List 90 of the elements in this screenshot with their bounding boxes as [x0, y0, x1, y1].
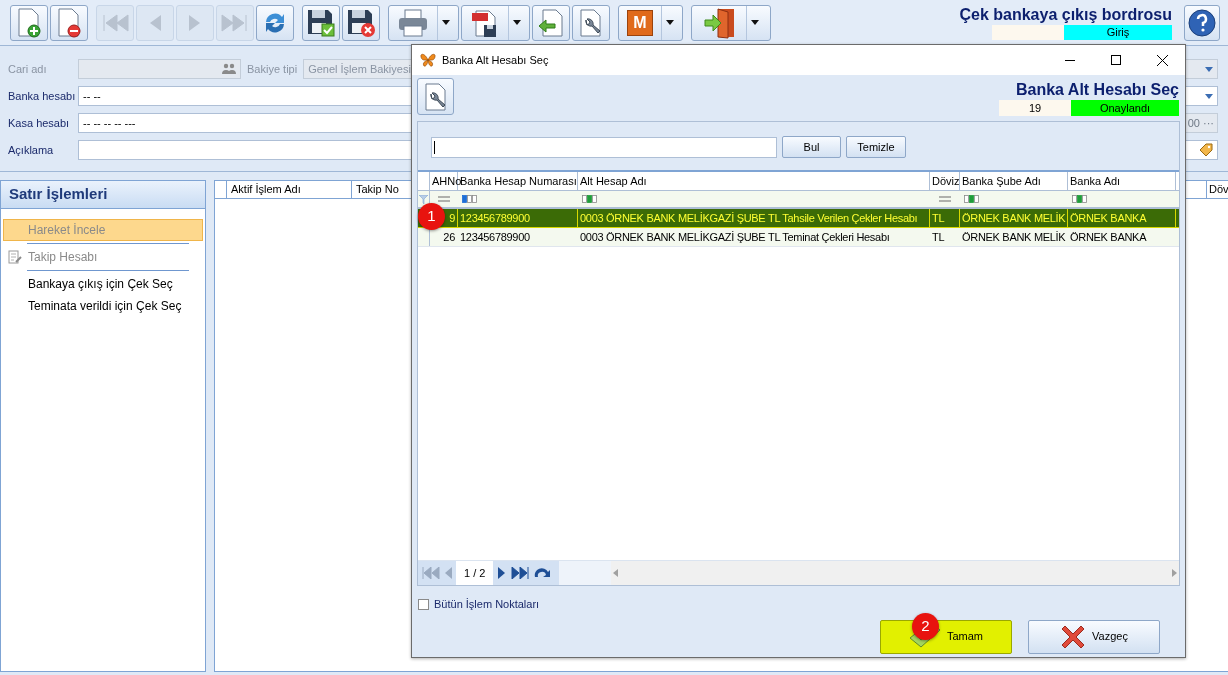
table-cell-text: 0003 ÖRNEK BANK MELİKGAZİ ŞUBE TL Teminat Çekleri Hesabı [579, 230, 891, 245]
maximize-icon [1111, 55, 1121, 65]
field-label: Banka hesabı [8, 88, 77, 104]
wrench-document-icon [422, 81, 449, 112]
settings-button[interactable] [572, 4, 610, 41]
mode-badge: Giriş [1064, 25, 1172, 40]
text-filter-icon[interactable] [964, 195, 980, 203]
table-cell-text: ÖRNEK BANKA [1069, 230, 1148, 245]
caret-icon [442, 20, 450, 25]
column-header[interactable]: Banka Adı [1068, 172, 1176, 190]
customer-field[interactable] [78, 59, 241, 79]
all-points-checkbox[interactable]: Bütün İşlem Noktaları [418, 596, 540, 613]
pdf-button[interactable] [461, 4, 530, 41]
cancel-button[interactable]: Vazgeç [1028, 619, 1160, 654]
text-filter-icon[interactable] [582, 195, 598, 203]
caret-icon [1205, 66, 1213, 72]
window-title: Banka Alt Hesabı Seç [442, 52, 549, 68]
m-logo-icon: M [627, 9, 653, 36]
table-cell-text: 26 [442, 230, 456, 245]
column-header[interactable]: Döviz [930, 172, 960, 190]
table-cell-text: TL [931, 230, 946, 245]
wrench-document-icon [578, 7, 604, 38]
table-cell-text: 123456789900 [459, 230, 531, 245]
refresh-button[interactable] [256, 4, 294, 41]
status-field [992, 25, 1064, 40]
import-document-icon [537, 7, 565, 38]
discard-button[interactable] [342, 4, 380, 41]
first-record-icon [101, 12, 129, 33]
delete-button[interactable] [50, 4, 88, 41]
text-filter-icon[interactable] [462, 195, 478, 203]
sidebar-title: Satır İşlemleri [1, 181, 205, 209]
table-row[interactable]: 26 123456789900 0003 ÖRNEK BANK MELİKGAZİ ŞUBE TL Teminat Çekleri Hesabı TL ÖRNEK BANK MELİK ÖRNEK BANKA [418, 228, 1179, 247]
people-icon [222, 63, 236, 75]
document-edit-icon [8, 250, 22, 264]
save-icon [306, 7, 336, 38]
table-cell-text: ÖRNEK BANK MELİK [961, 230, 1067, 245]
reload-icon[interactable] [533, 567, 552, 579]
last-page-icon[interactable] [511, 567, 530, 579]
form-title: Çek bankaya çıkış bordrosu [959, 5, 1172, 25]
text-filter-icon[interactable] [1072, 195, 1088, 203]
new-document-icon [16, 7, 42, 38]
column-header[interactable]: Banka Şube Adı [960, 172, 1068, 190]
table-cell: TL [930, 209, 960, 227]
print-button[interactable] [388, 4, 459, 41]
help-icon [1188, 8, 1216, 37]
table-cell: 123456789900 [458, 209, 578, 227]
caret-icon [666, 20, 674, 25]
caret-icon [750, 20, 759, 25]
search-field[interactable] [431, 136, 777, 158]
dialog-heading: Banka Alt Hesabı Seç [1015, 80, 1179, 100]
filter-icon[interactable] [419, 194, 428, 204]
field-label: Kasa hesabı [8, 115, 71, 131]
column-header[interactable]: Döv [1206, 181, 1228, 198]
close-icon [1156, 54, 1168, 66]
exit-button[interactable] [691, 4, 771, 41]
table-cell: 0003 ÖRNEK BANK MELİKGAZİ ŞUBE TL Tahsile Verilen Çekler Hesabı [578, 209, 930, 227]
field-label: Açıklama [8, 142, 55, 158]
import-button[interactable] [532, 4, 570, 41]
caret-icon [1205, 93, 1213, 99]
search-button[interactable]: Bul [782, 136, 841, 158]
help-button[interactable] [1184, 4, 1220, 41]
last-record-icon [221, 12, 249, 33]
equals-filter-icon[interactable] [939, 196, 951, 202]
column-header[interactable]: Aktif İşlem Adı [227, 181, 352, 198]
settings-button[interactable] [417, 78, 454, 115]
new-button[interactable] [10, 4, 48, 41]
discard-icon [346, 7, 376, 38]
equals-filter-icon[interactable] [438, 196, 450, 202]
delete-document-icon [56, 7, 82, 38]
field-label: Bakiye tipi [247, 61, 298, 77]
field-label: Cari adı [8, 61, 48, 77]
sidebar-item[interactable]: Teminata verildi için Çek Seç [3, 295, 203, 317]
butterfly-icon [420, 53, 436, 67]
minimize-icon [1065, 59, 1075, 61]
printer-icon [397, 8, 429, 37]
search-button[interactable]: Temizle [846, 136, 906, 158]
cross-icon [1060, 623, 1087, 650]
caret-icon [513, 20, 521, 25]
column-header[interactable]: Alt Hesap Adı [578, 172, 930, 190]
scroll-right-icon [1172, 569, 1177, 577]
table-cell: ÖRNEK BANKA [1068, 209, 1176, 227]
status-badge: Onaylandı [1071, 100, 1179, 116]
tag-icon [1199, 143, 1213, 157]
scroll-left-icon [613, 569, 619, 577]
record-number: 19 [999, 100, 1071, 116]
table-cell: ÖRNEK BANK MELİK [960, 209, 1068, 227]
save-button[interactable] [302, 4, 340, 41]
horizontal-scrollbar[interactable] [611, 561, 1179, 585]
page-indicator: 1 / 2 [456, 561, 494, 585]
sidebar-item[interactable]: Bankaya çıkış için Çek Seç [3, 273, 203, 295]
